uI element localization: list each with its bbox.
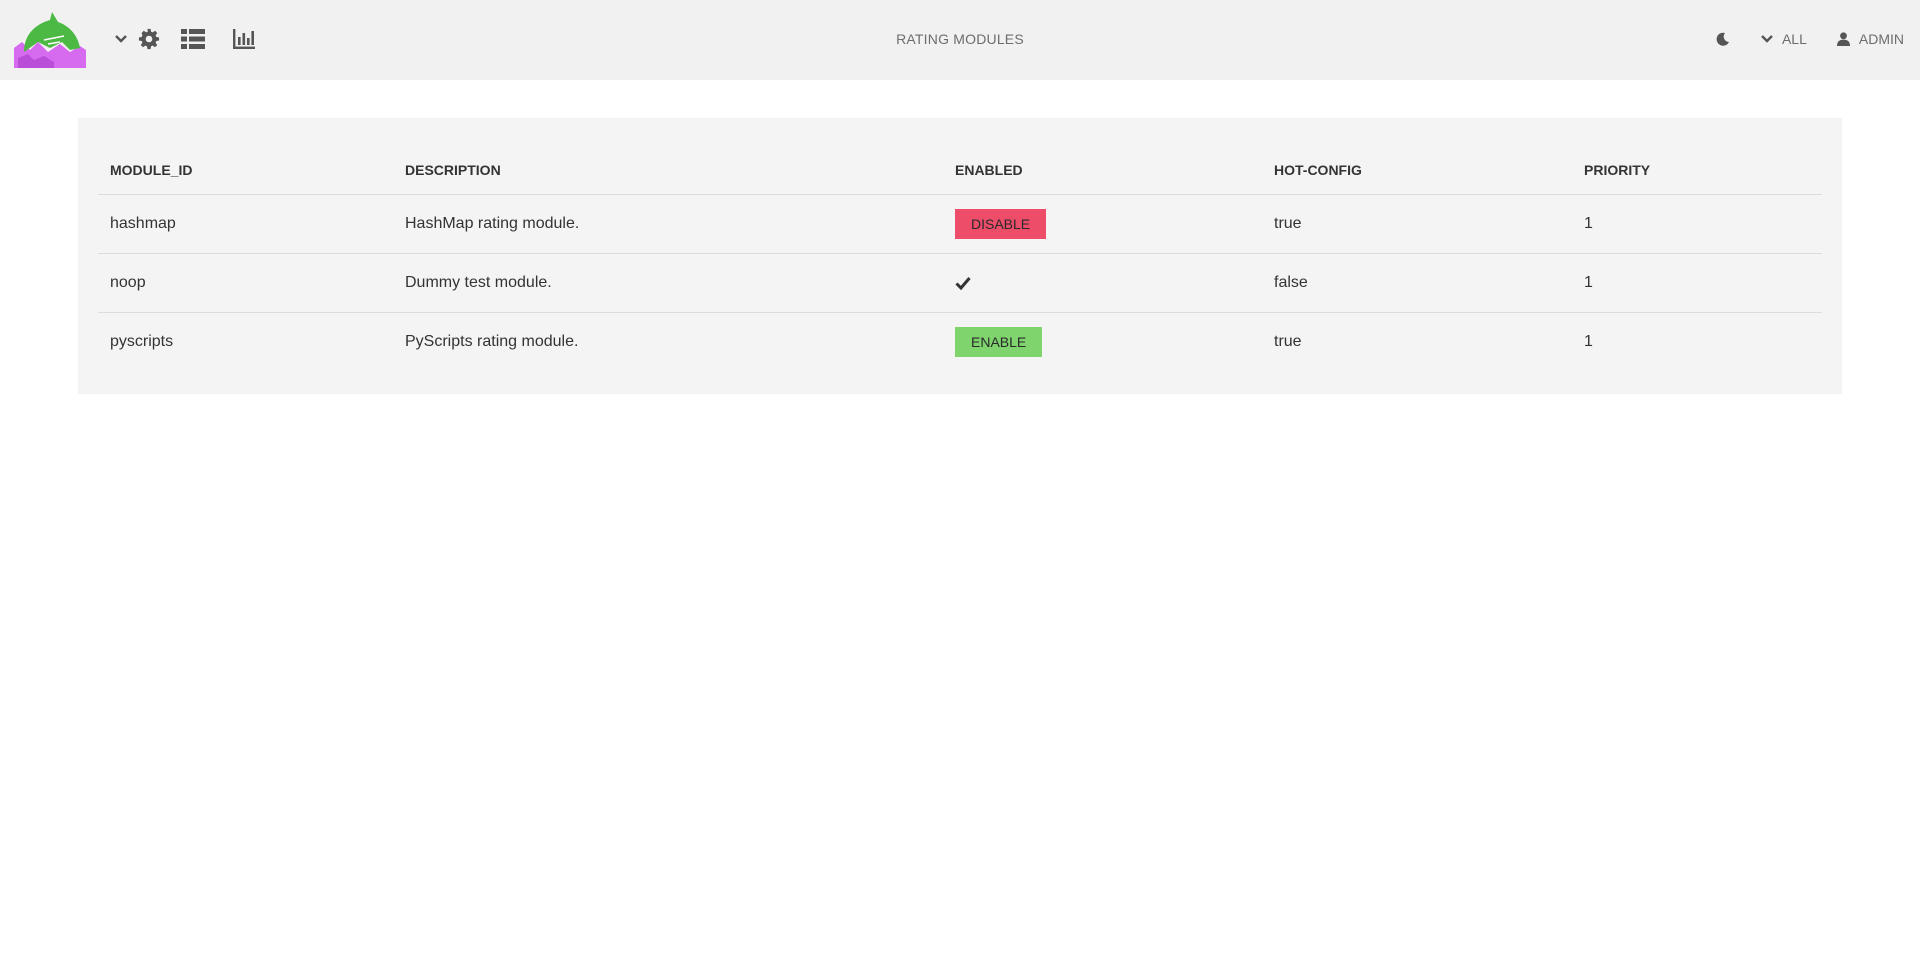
hot-config-cell: true xyxy=(1274,333,1302,350)
theme-toggle-button[interactable] xyxy=(1716,32,1730,46)
enabled-cell: DISABLE xyxy=(943,194,1262,254)
user-menu[interactable]: ADMIN xyxy=(1836,31,1904,47)
description-cell: HashMap rating module. xyxy=(393,194,943,254)
enabled-cell xyxy=(943,253,1262,313)
enable-button[interactable]: ENABLE xyxy=(955,327,1043,357)
modules-panel: MODULE_ID DESCRIPTION ENABLED HOT-CONFIG… xyxy=(78,118,1842,394)
column-header-module-id[interactable]: MODULE_ID xyxy=(98,146,393,195)
column-header-priority[interactable]: PRIORITY xyxy=(1572,146,1822,195)
chevron-down-icon xyxy=(1761,35,1773,43)
scope-label: ALL xyxy=(1781,31,1807,47)
disable-button[interactable]: DISABLE xyxy=(955,209,1047,239)
page-title: RATING MODULES xyxy=(896,31,1024,47)
hot-config-cell: true xyxy=(1262,194,1572,254)
priority-cell: 1 xyxy=(1572,253,1822,313)
priority-cell: 1 xyxy=(1584,333,1593,350)
check-icon xyxy=(955,277,971,290)
module-id-cell: pyscripts xyxy=(110,333,174,350)
enabled-cell: ENABLE xyxy=(943,313,1262,372)
table-row: hashmap HashMap rating module. DISABLE t… xyxy=(98,194,1822,254)
column-header-enabled[interactable]: ENABLED xyxy=(943,146,1262,195)
priority-cell: 1 xyxy=(1572,194,1822,254)
description-cell: Dummy test module. xyxy=(393,253,943,313)
hot-config-cell: false xyxy=(1262,253,1572,313)
table-row: noop Dummy test module. false 1 xyxy=(98,253,1822,313)
scope-dropdown[interactable]: ALL xyxy=(1760,31,1807,47)
column-header-hot-config[interactable]: HOT-CONFIG xyxy=(1262,146,1572,195)
top-navbar: RATING MODULES ALL ADMIN xyxy=(0,0,1920,80)
module-id-cell: hashmap xyxy=(98,194,393,254)
column-header-description[interactable]: DESCRIPTION xyxy=(393,146,943,195)
user-icon xyxy=(1836,32,1850,46)
module-id-cell: noop xyxy=(98,253,393,313)
table-row: pyscripts PyScripts rating module. ENABL… xyxy=(98,313,1822,372)
table-header-row: MODULE_ID DESCRIPTION ENABLED HOT-CONFIG… xyxy=(98,146,1822,195)
user-label: ADMIN xyxy=(1858,31,1904,47)
moon-icon xyxy=(1716,32,1729,46)
modules-table: MODULE_ID DESCRIPTION ENABLED HOT-CONFIG… xyxy=(98,146,1822,371)
description-cell: PyScripts rating module. xyxy=(405,333,579,350)
topbar-right-controls: ALL ADMIN xyxy=(1716,26,1904,52)
